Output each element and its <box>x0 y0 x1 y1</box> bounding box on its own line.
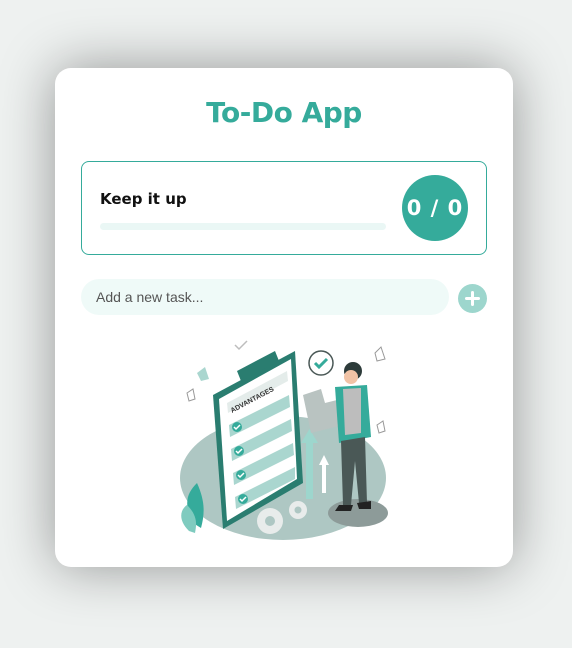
new-task-input[interactable] <box>81 279 449 315</box>
progress-panel: Keep it up 0 / 0 <box>81 161 487 255</box>
todo-card: To-Do App Keep it up 0 / 0 Add a new tas… <box>55 68 513 567</box>
progress-label: Keep it up <box>100 190 187 208</box>
plus-icon <box>465 291 480 306</box>
app-title: To-Do App <box>206 96 362 129</box>
add-task-button[interactable] <box>458 284 487 313</box>
task-counter: 0 / 0 <box>402 175 468 241</box>
progress-bar <box>100 223 386 230</box>
advantages-illustration: ADVANTAGES <box>180 340 388 540</box>
